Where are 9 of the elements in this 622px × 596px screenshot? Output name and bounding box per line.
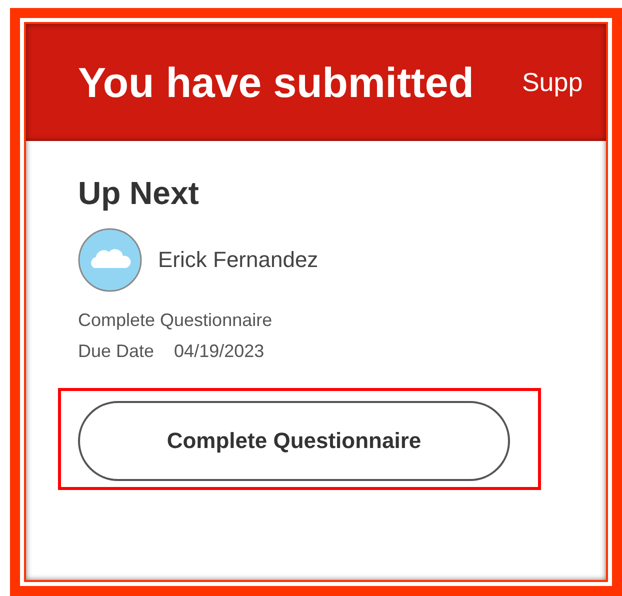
header-title: You have submitted bbox=[78, 58, 474, 106]
cloud-avatar-icon bbox=[78, 228, 142, 292]
due-date-value: 04/19/2023 bbox=[174, 341, 264, 362]
person-name: Erick Fernandez bbox=[158, 247, 318, 273]
task-name: Complete Questionnaire bbox=[78, 310, 272, 331]
complete-questionnaire-button[interactable]: Complete Questionnaire bbox=[78, 401, 510, 481]
section-title: Up Next bbox=[78, 175, 199, 212]
header-text: Supp bbox=[522, 67, 583, 98]
due-date-label: Due Date bbox=[78, 341, 154, 362]
